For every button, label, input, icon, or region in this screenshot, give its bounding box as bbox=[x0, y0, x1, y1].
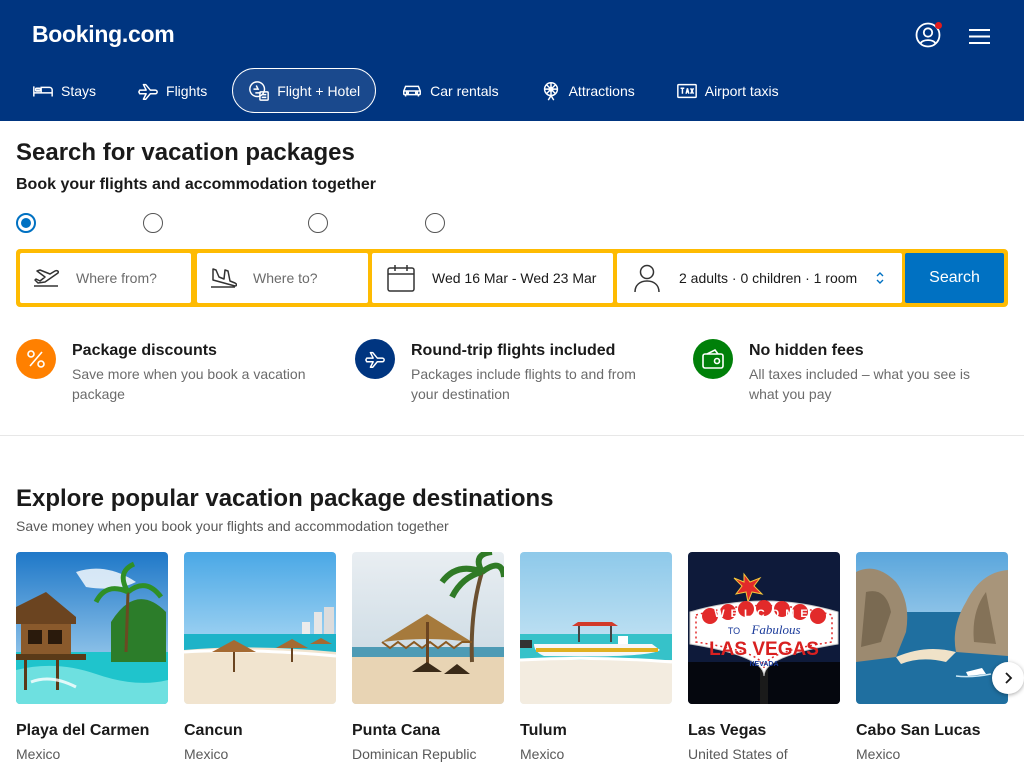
nav-flights-label: Flights bbox=[166, 82, 208, 99]
feature-description: All taxes included – what you see is wha… bbox=[749, 366, 971, 402]
notification-dot bbox=[935, 22, 942, 29]
search-button[interactable]: Search bbox=[905, 253, 1004, 303]
nav-stays-label: Stays bbox=[61, 82, 97, 99]
feature-title: No hidden fees bbox=[749, 342, 864, 359]
bed-icon bbox=[33, 85, 53, 96]
sign-to-text: TO bbox=[728, 626, 740, 636]
radio-button[interactable] bbox=[142, 213, 163, 233]
nav-attractions[interactable]: Attractions bbox=[524, 68, 651, 113]
sign-welcome-text: WELCOME bbox=[714, 608, 813, 620]
nav-stays[interactable]: Stays bbox=[16, 68, 112, 113]
carousel-next-button[interactable] bbox=[992, 662, 1024, 694]
top-header: Booking.com Stays Flights Flight + Hotel… bbox=[0, 0, 1024, 121]
destination-card[interactable]: Punta Cana Dominican Republic bbox=[352, 552, 504, 762]
nav-car-rentals[interactable]: Car rentals bbox=[385, 68, 514, 113]
radio-hotel-flight[interactable]: Hotel + Flight bbox=[16, 213, 127, 233]
destination-card[interactable]: Tulum Mexico bbox=[520, 552, 672, 762]
plane-icon bbox=[355, 339, 395, 379]
chevron-updown-icon bbox=[876, 272, 884, 284]
sign-state-text: NEVADA bbox=[749, 661, 778, 668]
taxi-icon bbox=[676, 83, 697, 98]
takeoff-plane-icon bbox=[34, 269, 59, 287]
destination-card[interactable]: Cancun Mexico bbox=[184, 552, 336, 762]
radio-button[interactable] bbox=[16, 213, 36, 233]
destination-name: Las Vegas bbox=[688, 722, 767, 739]
nav-flight-hotel[interactable]: Flight + Hotel bbox=[232, 68, 377, 113]
destination-country: Mexico bbox=[16, 746, 61, 762]
nav-airport-taxis-label: Airport taxis bbox=[704, 82, 779, 99]
destination-name: Punta Cana bbox=[352, 722, 441, 739]
destination-field[interactable]: Where to? bbox=[197, 253, 368, 303]
destination-name: Playa del Carmen bbox=[16, 722, 150, 739]
landing-plane-icon bbox=[211, 268, 237, 288]
sign-city-text: LAS VEGAS bbox=[709, 639, 819, 660]
destination-country: Dominican Republic bbox=[352, 746, 477, 762]
destination-country: Mexico bbox=[520, 746, 565, 762]
search-bar: Where from? Where to? Wed 16 Mar - Wed 2… bbox=[16, 249, 1008, 307]
page-title: Search for vacation packages bbox=[16, 139, 355, 166]
radio-button[interactable] bbox=[308, 213, 329, 233]
attractions-icon bbox=[543, 81, 558, 101]
destination-image bbox=[184, 552, 336, 704]
section-divider bbox=[0, 435, 1024, 436]
radio-hotel-flight-car[interactable]: Hotel + Flight + Car bbox=[142, 213, 293, 233]
booking-logo[interactable]: Booking.com bbox=[32, 21, 175, 48]
package-type-options: Hotel + Flight Hotel + Flight + Car Flig… bbox=[16, 212, 540, 234]
guests-field[interactable]: 2 adults · 0 children · 1 room bbox=[617, 253, 902, 303]
destination-country: Mexico bbox=[856, 746, 901, 762]
origin-field[interactable]: Where from? bbox=[20, 253, 191, 303]
destination-card[interactable]: Playa del Carmen Mexico bbox=[16, 552, 168, 762]
radio-hotel-car-label: Hotel + Car bbox=[453, 215, 525, 231]
date-range-value: Wed 16 Mar - Wed 23 Mar bbox=[432, 270, 597, 286]
guests-value: 2 adults · 0 children · 1 room bbox=[679, 270, 858, 286]
destination-country: United States of bbox=[688, 746, 788, 762]
page-subtitle: Book your flights and accommodation toge… bbox=[16, 176, 377, 193]
feature-title: Round-trip flights included bbox=[411, 342, 616, 359]
destination-image: WELCOME TO Fabulous LAS VEGAS NEVADA bbox=[688, 552, 840, 704]
flight-hotel-icon bbox=[249, 80, 270, 101]
product-nav: Stays Flights Flight + Hotel Car rentals… bbox=[16, 68, 804, 113]
wallet-icon bbox=[693, 339, 733, 379]
destination-country: Mexico bbox=[184, 746, 229, 762]
nav-airport-taxis[interactable]: Airport taxis bbox=[660, 68, 795, 113]
chevron-right-icon bbox=[1005, 672, 1013, 684]
nav-flight-hotel-label: Flight + Hotel bbox=[277, 82, 361, 99]
destination-name: Cancun bbox=[184, 722, 243, 739]
plane-icon bbox=[138, 83, 158, 100]
origin-placeholder: Where from? bbox=[76, 270, 157, 286]
destination-image bbox=[520, 552, 672, 704]
calendar-icon bbox=[387, 265, 415, 292]
destination-card[interactable]: Cabo San Lucas Mexico bbox=[856, 552, 1008, 762]
destination-card[interactable]: WELCOME TO Fabulous LAS VEGAS NEVADA Las… bbox=[688, 552, 840, 762]
radio-hotel-car[interactable]: Hotel + Car bbox=[425, 213, 524, 233]
destination-placeholder: Where to? bbox=[253, 270, 318, 286]
car-icon bbox=[403, 85, 422, 96]
nav-attractions-label: Attractions bbox=[568, 82, 635, 99]
person-icon bbox=[634, 264, 660, 293]
feature-title: Package discounts bbox=[72, 342, 217, 359]
radio-hotel-flight-label: Hotel + Flight bbox=[44, 215, 127, 231]
hamburger-menu-icon[interactable] bbox=[967, 24, 993, 50]
date-field[interactable]: Wed 16 Mar - Wed 23 Mar bbox=[372, 253, 613, 303]
destination-name: Cabo San Lucas bbox=[856, 722, 981, 739]
sign-fabulous-text: Fabulous bbox=[750, 622, 800, 637]
radio-hotel-flight-car-label: Hotel + Flight + Car bbox=[170, 215, 293, 231]
destination-image bbox=[16, 552, 168, 704]
destination-image bbox=[856, 552, 1008, 704]
radio-flight-car[interactable]: Flight + Car bbox=[308, 213, 409, 233]
destinations-title: Explore popular vacation package destina… bbox=[16, 485, 554, 512]
nav-flights[interactable]: Flights bbox=[121, 68, 223, 113]
feature-description: Packages include flights to and from you… bbox=[411, 366, 636, 402]
feature-description: Save more when you book a vacation packa… bbox=[72, 366, 306, 402]
radio-button[interactable] bbox=[425, 213, 446, 233]
radio-flight-car-label: Flight + Car bbox=[336, 215, 410, 231]
percent-icon bbox=[16, 339, 56, 379]
nav-car-rentals-label: Car rentals bbox=[430, 82, 499, 99]
destination-name: Tulum bbox=[520, 722, 567, 739]
destinations-subtitle: Save money when you book your flights an… bbox=[16, 518, 449, 534]
destination-image bbox=[352, 552, 504, 704]
